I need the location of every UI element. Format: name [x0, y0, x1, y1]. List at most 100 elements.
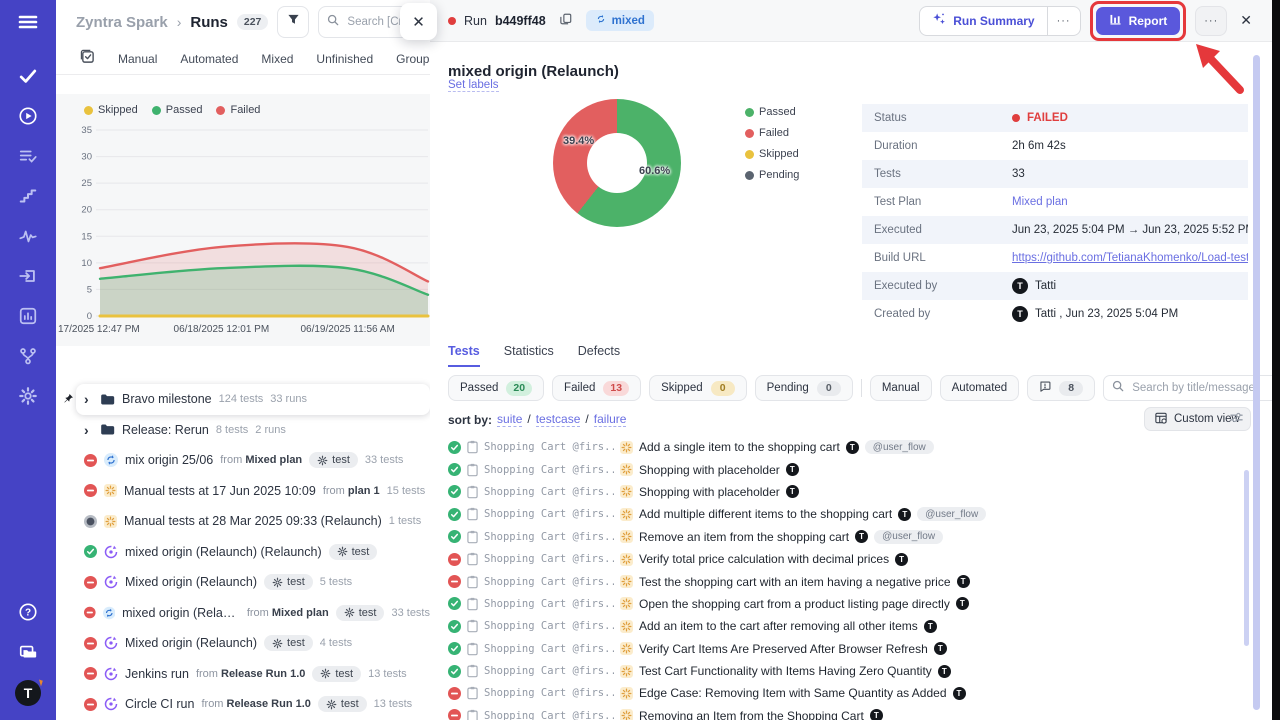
test-row[interactable]: Shopping Cart @firs...Test the shopping …	[448, 570, 1258, 592]
sidebar-item-gear[interactable]	[16, 384, 40, 408]
filter-chip-failed[interactable]: Failed13	[552, 375, 641, 401]
test-row[interactable]: Shopping Cart @firs...Verify total price…	[448, 548, 1258, 570]
sidebar-item-check[interactable]	[16, 64, 40, 88]
sidebar-item-list-check[interactable]	[16, 144, 40, 168]
run-list-item[interactable]: Manual tests at 17 Jun 2025 10:09from pl…	[76, 476, 430, 507]
filter-button[interactable]	[277, 6, 309, 38]
run-list-item[interactable]: Mixed origin (Relaunch)test4 tests	[76, 628, 430, 659]
svg-text:06/18/2025 12:01 PM: 06/18/2025 12:01 PM	[174, 324, 270, 335]
svg-text:15: 15	[81, 231, 92, 242]
sidebar-item-report-box[interactable]	[16, 304, 40, 328]
breadcrumb-separator: ›	[177, 14, 182, 30]
run-summary-more-button[interactable]: ···	[1047, 7, 1080, 35]
run-title: mixed origin (Relaunch)	[448, 63, 619, 80]
run-list-item[interactable]: ›Bravo milestone124 tests33 runs	[76, 384, 430, 415]
detail-row: ExecutedJun 23, 2025 5:04 PM → Jun 23, 2…	[862, 216, 1248, 244]
tests-scrollbar[interactable]	[1244, 470, 1249, 646]
run-list-item[interactable]: mixed origin (Relaunch)from Mixed plante…	[76, 598, 430, 629]
comments-filter-chip[interactable]: 8	[1027, 375, 1095, 401]
run-list-item[interactable]: Jenkins runfrom Release Run 1.0test13 te…	[76, 659, 430, 690]
tab-tests[interactable]: Tests	[448, 344, 480, 367]
close-detail-button[interactable]: ✕	[1236, 12, 1256, 29]
run-list-item[interactable]: Manual tests at 28 Mar 2025 09:33 (Relau…	[76, 506, 430, 537]
filter-chip-skipped[interactable]: Skipped0	[649, 375, 747, 401]
sort-option-failure[interactable]: failure	[594, 412, 627, 427]
copy-run-id-button[interactable]	[560, 12, 572, 30]
test-title: Add multiple different items to the shop…	[639, 507, 892, 521]
test-row[interactable]: Shopping Cart @firs...Open the shopping …	[448, 593, 1258, 615]
test-row[interactable]: Shopping Cart @firs...Edge Case: Removin…	[448, 682, 1258, 704]
detail-value[interactable]: https://github.com/TetianaKhomenko/Load-…	[1012, 252, 1248, 264]
test-row[interactable]: Shopping Cart @firs...Removing an Item f…	[448, 705, 1258, 720]
test-row[interactable]: Shopping Cart @firs...Shopping with plac…	[448, 481, 1258, 503]
sort-option-testcase[interactable]: testcase	[536, 412, 581, 427]
run-list-item[interactable]: Mixed origin (Relaunch)test5 tests	[76, 567, 430, 598]
chevron-right-icon[interactable]: ›	[84, 392, 93, 406]
run-list-item[interactable]: ›Release: Rerun8 tests2 runs	[76, 415, 430, 446]
sidebar-item-projects[interactable]	[16, 640, 40, 664]
runs-tab-mixed[interactable]: Mixed	[261, 52, 293, 66]
set-labels-link[interactable]: Set labels	[448, 79, 499, 92]
run-list-item[interactable]: mixed origin (Relaunch) (Relaunch)test	[76, 537, 430, 568]
detail-value[interactable]: Mixed plan	[1012, 196, 1068, 208]
test-row[interactable]: Shopping Cart @firs...Remove an item fro…	[448, 526, 1258, 548]
clipboard-icon	[467, 619, 478, 633]
sidebar-item-branch[interactable]	[16, 344, 40, 368]
assignee-avatar: T	[895, 553, 908, 566]
run-title: Jenkins run	[125, 667, 189, 681]
menu-icon	[17, 11, 39, 33]
clipboard-icon	[467, 485, 478, 499]
panel-scrollbar[interactable]	[1253, 55, 1260, 710]
detail-row: Created byTTatti , Jun 23, 2025 5:04 PM	[862, 300, 1248, 328]
close-panel-button[interactable]: ✕	[400, 3, 437, 40]
breadcrumb-app[interactable]: Zyntra Spark	[76, 14, 168, 31]
report-button[interactable]: Report	[1096, 7, 1181, 35]
tag-chip: @user_flow	[917, 507, 986, 521]
run-from: from Mixed plan	[247, 607, 329, 619]
run-title: Bravo milestone	[122, 392, 212, 406]
test-row[interactable]: Shopping Cart @firs...Shopping with plac…	[448, 458, 1258, 480]
select-all-icon[interactable]	[80, 49, 95, 69]
status-failed-icon	[448, 553, 461, 566]
manual-filter-chip[interactable]: Manual	[870, 375, 932, 401]
view-settings-button[interactable]	[1230, 411, 1243, 429]
avatar: T	[1012, 278, 1028, 294]
tab-defects[interactable]: Defects	[578, 344, 620, 367]
run-meta: 33 tests	[365, 454, 404, 466]
run-list-item[interactable]: Circle CI runfrom Release Run 1.0test13 …	[76, 689, 430, 720]
runs-tab-unfinished[interactable]: Unfinished	[316, 52, 373, 66]
automated-filter-chip[interactable]: Automated	[940, 375, 1020, 401]
sidebar-item-play-circle[interactable]	[16, 104, 40, 128]
sidebar-avatar[interactable]: T	[15, 680, 41, 706]
sidebar-item-sign-in[interactable]	[16, 264, 40, 288]
runs-tab-automated[interactable]: Automated	[180, 52, 238, 66]
runs-panel-header: Zyntra Spark › Runs 227	[56, 0, 430, 44]
filter-chip-pending[interactable]: Pending0	[755, 375, 853, 401]
run-summary-button[interactable]: Run Summary	[920, 7, 1046, 35]
runs-tab-manual[interactable]: Manual	[118, 52, 157, 66]
relaunch-icon	[104, 545, 118, 559]
sidebar-item-help[interactable]: ?	[16, 600, 40, 624]
test-row[interactable]: Shopping Cart @firs...Add multiple diffe…	[448, 503, 1258, 525]
sidebar-item-steps[interactable]	[16, 184, 40, 208]
sidebar-item-menu[interactable]	[16, 10, 40, 34]
run-detail-panel: Run b449ff48 mixed Run Summary ···	[430, 0, 1272, 720]
sidebar-item-activity[interactable]	[16, 224, 40, 248]
status-failed-icon	[448, 709, 461, 720]
tests-search-input[interactable]	[1130, 381, 1270, 395]
test-row[interactable]: Shopping Cart @firs...Add a single item …	[448, 436, 1258, 458]
app-window: ? T Zyntra Spark › Runs 227 ✕ Manual Autom…	[0, 0, 1280, 720]
test-row[interactable]: Shopping Cart @firs...Verify Cart Items …	[448, 638, 1258, 660]
test-chip: test	[329, 544, 378, 560]
more-actions-button[interactable]: ···	[1195, 6, 1227, 36]
chevron-right-icon[interactable]: ›	[84, 423, 93, 437]
detail-row: Tests33	[862, 160, 1248, 188]
test-chip: test	[264, 574, 313, 590]
relaunch-icon	[104, 697, 118, 711]
tab-statistics[interactable]: Statistics	[504, 344, 554, 367]
test-row[interactable]: Shopping Cart @firs...Test Cart Function…	[448, 660, 1258, 682]
sort-option-suite[interactable]: suite	[497, 412, 522, 427]
run-list-item[interactable]: mix origin 25/06from Mixed plantest33 te…	[76, 445, 430, 476]
filter-chip-passed[interactable]: Passed20	[448, 375, 544, 401]
test-row[interactable]: Shopping Cart @firs...Add an item to the…	[448, 615, 1258, 637]
